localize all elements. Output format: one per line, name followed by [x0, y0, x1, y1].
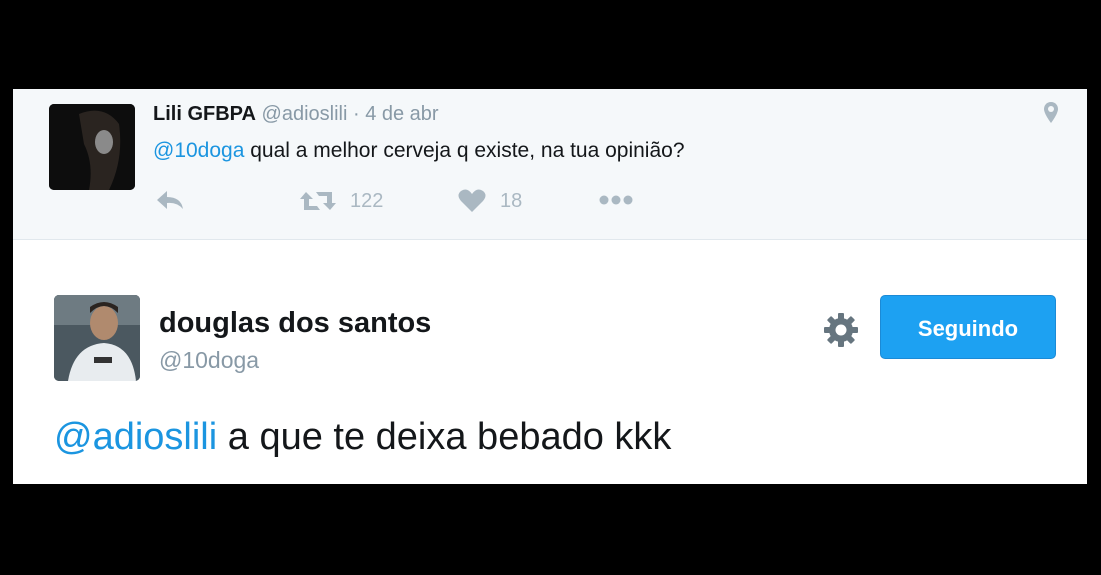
reply-author-handle[interactable]: @10doga — [159, 347, 259, 374]
heart-icon — [458, 189, 486, 212]
reply-mention-link[interactable]: @adioslili — [54, 416, 217, 458]
parent-tweet-text: @10doga qual a melhor cerveja q existe, … — [153, 139, 685, 163]
parent-author-handle[interactable]: @adioslili — [262, 103, 348, 125]
parent-mention-link[interactable]: @10doga — [153, 139, 244, 162]
reply-button[interactable] — [155, 189, 185, 211]
retweet-button[interactable]: 122 — [300, 189, 383, 213]
following-button[interactable]: Seguindo — [880, 295, 1056, 359]
like-button[interactable]: 18 — [458, 189, 522, 213]
avatar-image — [54, 295, 140, 381]
parent-header: Lili GFBPA @adioslili · 4 de abr — [153, 103, 439, 126]
reply-tweet-text: @adioslili a que te deixa bebado kkk — [54, 416, 671, 459]
parent-actions: 122 18 — [153, 189, 653, 219]
parent-separator: · — [347, 103, 366, 125]
retweet-icon — [300, 192, 336, 210]
more-dots-icon — [599, 195, 633, 205]
reply-avatar[interactable] — [54, 295, 140, 381]
parent-author-name[interactable]: Lili GFBPA — [153, 103, 256, 125]
reply-tweet: douglas dos santos @10doga Seguindo @adi… — [13, 240, 1087, 484]
gear-icon[interactable] — [823, 312, 859, 353]
parent-avatar[interactable] — [49, 104, 135, 190]
parent-text-body: qual a melhor cerveja q existe, na tua o… — [244, 139, 685, 162]
reply-icon — [157, 191, 183, 209]
more-button[interactable] — [598, 193, 634, 207]
reply-author-name[interactable]: douglas dos santos — [159, 307, 431, 340]
like-count: 18 — [500, 189, 523, 212]
location-pin-icon[interactable] — [1043, 101, 1059, 130]
parent-tweet[interactable]: Lili GFBPA @adioslili · 4 de abr @10doga… — [13, 89, 1087, 240]
avatar-image — [49, 104, 135, 190]
reply-text-body: a que te deixa bebado kkk — [217, 416, 672, 458]
parent-date[interactable]: 4 de abr — [365, 103, 438, 125]
tweet-card: Lili GFBPA @adioslili · 4 de abr @10doga… — [13, 89, 1087, 484]
retweet-count: 122 — [350, 189, 384, 212]
